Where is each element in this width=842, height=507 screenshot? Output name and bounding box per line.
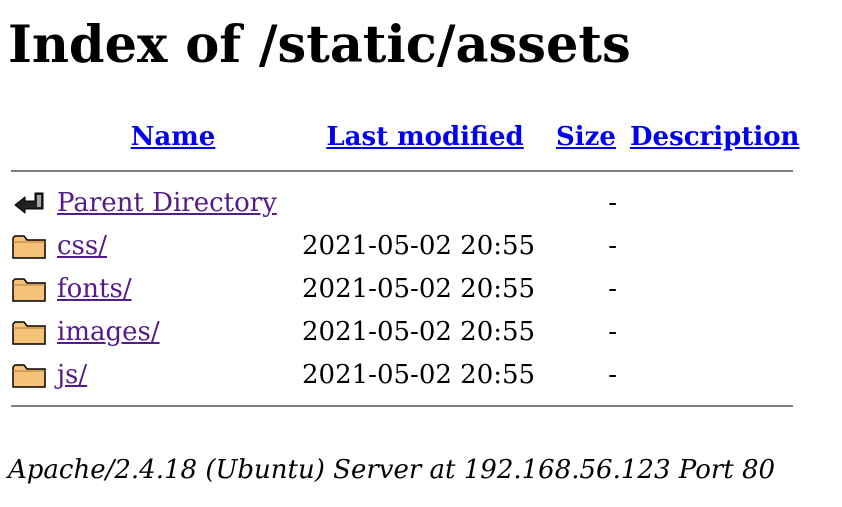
back-icon xyxy=(11,182,49,223)
list-item-name: css/ xyxy=(52,225,294,266)
list-item-name: fonts/ xyxy=(52,268,294,309)
list-item-description xyxy=(630,268,810,309)
sort-by-last-modified-link[interactable]: Last modified xyxy=(326,122,523,152)
list-item-modified xyxy=(297,182,553,223)
last-modified-header: Last modified xyxy=(297,114,553,160)
description-header: Description xyxy=(630,114,810,160)
name-header: Name xyxy=(52,114,294,160)
list-item-name: images/ xyxy=(52,311,294,352)
folder-link-css[interactable]: css/ xyxy=(57,231,107,261)
list-item-size: - xyxy=(608,187,617,218)
table-row: Parent Directory - xyxy=(11,182,810,223)
list-item-description xyxy=(630,182,810,223)
list-item-size: - xyxy=(608,273,617,304)
page-title: Index of /static/assets xyxy=(8,15,631,75)
sort-by-name-link[interactable]: Name xyxy=(131,122,216,152)
folder-link-fonts[interactable]: fonts/ xyxy=(57,274,132,304)
list-item-description xyxy=(630,311,810,352)
folder-icon xyxy=(11,354,49,395)
divider-top xyxy=(11,170,793,172)
list-item-description xyxy=(630,225,810,266)
divider-row-top xyxy=(11,162,810,180)
table-row: css/ 2021-05-02 20:55 - xyxy=(11,225,810,266)
size-header: Size xyxy=(556,114,627,160)
list-item-modified: 2021-05-02 20:55 xyxy=(302,359,536,390)
list-item-modified: 2021-05-02 20:55 xyxy=(302,316,536,347)
list-item-name: Parent Directory xyxy=(52,182,294,223)
folder-icon xyxy=(11,268,49,309)
list-item-description xyxy=(630,354,810,395)
sort-by-size-link[interactable]: Size xyxy=(556,122,616,152)
list-item-size: - xyxy=(608,230,617,261)
parent-directory-link[interactable]: Parent Directory xyxy=(57,188,277,218)
folder-link-images[interactable]: images/ xyxy=(57,317,160,347)
list-item-modified: 2021-05-02 20:55 xyxy=(302,230,536,261)
list-item-name: js/ xyxy=(52,354,294,395)
list-item-size: - xyxy=(608,316,617,347)
table-header-row: Name Last modified Size Description xyxy=(11,114,810,160)
list-item-size: - xyxy=(608,359,617,390)
folder-icon xyxy=(11,225,49,266)
divider-row-bottom xyxy=(11,397,810,415)
table-row: images/ 2021-05-02 20:55 - xyxy=(11,311,810,352)
server-signature-footer: Apache/2.4.18 (Ubuntu) Server at 192.168… xyxy=(8,455,776,485)
directory-listing-table: Name Last modified Size Description Pare… xyxy=(8,112,813,417)
folder-link-js[interactable]: js/ xyxy=(57,360,87,390)
folder-icon xyxy=(11,311,49,352)
sort-by-description-link[interactable]: Description xyxy=(630,122,799,152)
icon-header xyxy=(11,114,49,160)
table-row: js/ 2021-05-02 20:55 - xyxy=(11,354,810,395)
list-item-modified: 2021-05-02 20:55 xyxy=(302,273,536,304)
divider-bottom xyxy=(11,405,793,407)
table-row: fonts/ 2021-05-02 20:55 - xyxy=(11,268,810,309)
